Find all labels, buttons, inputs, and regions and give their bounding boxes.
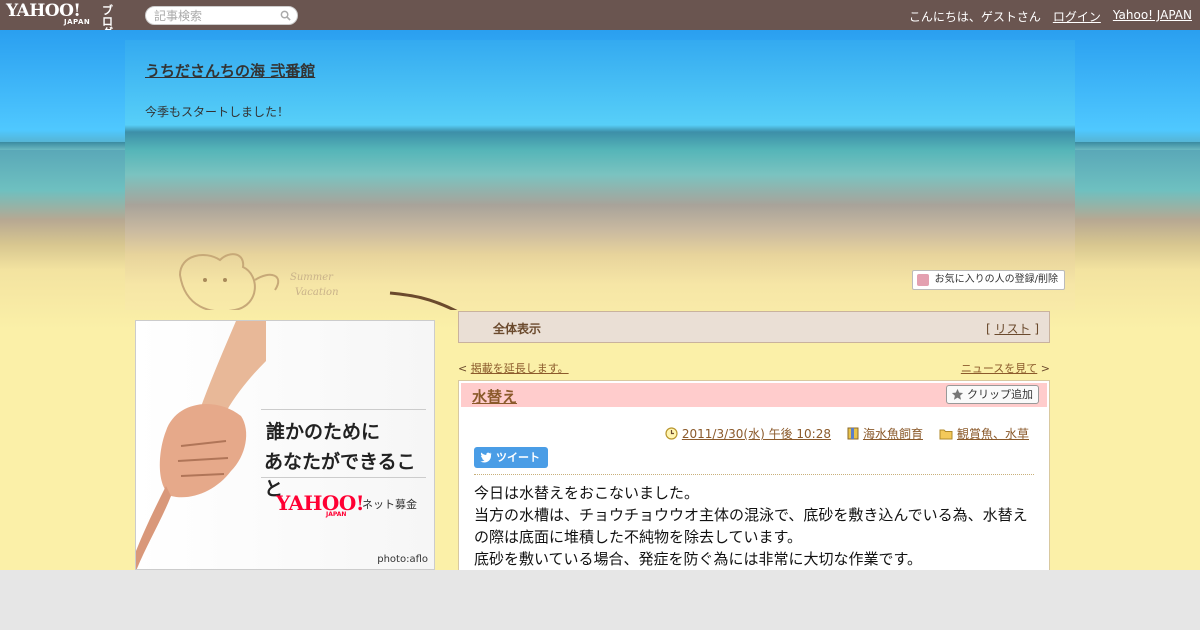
- svg-text:Vacation: Vacation: [295, 287, 339, 298]
- list-link[interactable]: リスト: [994, 322, 1030, 336]
- charity-ad-banner[interactable]: 誰かのために あなたができること YAHOO! JAPAN ネット募金 phot…: [135, 320, 435, 570]
- category-bar: 全体表示 [ リスト ]: [458, 311, 1050, 343]
- book-icon: [847, 427, 859, 440]
- next-post: ニュースを見て >: [961, 360, 1050, 376]
- ad-headline-1: 誰かのために: [266, 421, 381, 443]
- post-body-line: 当方の水槽は、チョウチョウウオ主体の混泳で、底砂を敷き込んでいる為、水替えの際は…: [474, 506, 1028, 546]
- list-bracket-close: ]: [1030, 322, 1039, 336]
- post-meta: 2011/3/30(水) 午後 10:28 海水魚飼育 観賞魚、水草: [665, 425, 1029, 442]
- post-separator: [474, 474, 1034, 475]
- search-icon[interactable]: [280, 10, 291, 21]
- clock-icon: [665, 427, 678, 440]
- next-mark: >: [1037, 362, 1050, 375]
- top-links: こんにちは、ゲストさん ログイン Yahoo! JAPAN: [909, 8, 1192, 25]
- post-book-category-wrapper: 海水魚飼育: [847, 425, 923, 442]
- ad-divider-bottom: [261, 477, 426, 478]
- heart-icon: [916, 274, 929, 286]
- sand-bear-drawing-icon: Summer Vacation: [178, 253, 458, 310]
- yahoo-blog-logo[interactable]: YAHOO! JAPAN ブログ: [6, 3, 113, 39]
- greeting-text: こんにちは、ゲストさん: [908, 10, 1041, 24]
- prev-post-link[interactable]: 掲載を延長します。: [471, 362, 569, 375]
- top-navigation-bar: YAHOO! JAPAN ブログ こんにちは、ゲストさん ログイン Yahoo!…: [0, 0, 1200, 39]
- logo-sub: JAPAN: [64, 18, 91, 26]
- post-date-link[interactable]: 2011/3/30(水) 午後 10:28: [682, 425, 831, 442]
- post-body-line: 今日は水替えをおこないました。: [474, 484, 700, 502]
- net-donation-label: ネット募金: [362, 498, 417, 511]
- blog-header: うちださんちの海 弐番館 今季もスタートしました！ Summer Vacatio…: [125, 40, 1075, 310]
- blog-title[interactable]: うちださんちの海 弐番館: [145, 60, 315, 81]
- helping-hand-icon: [136, 321, 266, 569]
- show-all-label[interactable]: 全体表示: [493, 320, 541, 337]
- favorite-register-label: お気に入りの人の登録/削除: [934, 274, 1058, 285]
- prev-mark: <: [458, 362, 471, 375]
- folder-link[interactable]: 観賞魚、水草: [957, 425, 1029, 442]
- yahoo-japan-logo-sub: JAPAN: [326, 511, 347, 518]
- tweet-label: ツイート: [496, 451, 540, 464]
- clip-add-label: クリップ追加: [967, 388, 1033, 401]
- post-body-line: 底砂を敷いている場合、発症を防ぐ為には非常に大切な作業です。: [474, 550, 923, 568]
- post-folder-wrapper: 観賞魚、水草: [939, 425, 1029, 442]
- yahoo-japan-link[interactable]: Yahoo! JAPAN: [1113, 8, 1192, 25]
- favorite-register-button[interactable]: お気に入りの人の登録/削除: [911, 270, 1065, 290]
- post-title[interactable]: 水替え: [472, 386, 517, 407]
- blog-post: 水替え クリップ追加 2011/3/30(水) 午後 10:28 海水魚飼育 観…: [458, 380, 1050, 570]
- svg-text:Summer: Summer: [290, 272, 334, 283]
- ad-divider-top: [261, 409, 426, 410]
- list-link-wrapper: [ リスト ]: [986, 320, 1039, 337]
- folder-icon: [939, 429, 953, 439]
- post-header: 水替え クリップ追加: [461, 383, 1047, 407]
- yahoo-japan-logo: YAHOO!: [276, 491, 365, 515]
- page-area: うちださんちの海 弐番館 今季もスタートしました！ Summer Vacatio…: [0, 30, 1200, 570]
- search-input[interactable]: [154, 8, 272, 23]
- post-body: 今日は水替えをおこないました。 当方の水槽は、チョウチョウウオ主体の混泳で、底砂…: [474, 482, 1039, 570]
- star-icon: [951, 388, 964, 400]
- book-category-link[interactable]: 海水魚飼育: [863, 425, 923, 442]
- prev-post: < 掲載を延長します。: [458, 360, 569, 376]
- blog-description: 今季もスタートしました！: [145, 105, 290, 119]
- next-post-link[interactable]: ニュースを見て: [961, 362, 1037, 375]
- twitter-bird-icon: [480, 452, 492, 463]
- login-link[interactable]: ログイン: [1053, 8, 1101, 25]
- clip-add-button[interactable]: クリップ追加: [946, 385, 1039, 404]
- search-box: [145, 6, 298, 25]
- tweet-button[interactable]: ツイート: [474, 447, 548, 468]
- post-date-wrapper: 2011/3/30(水) 午後 10:28: [665, 425, 831, 442]
- photo-credit: photo:aflo: [377, 554, 428, 565]
